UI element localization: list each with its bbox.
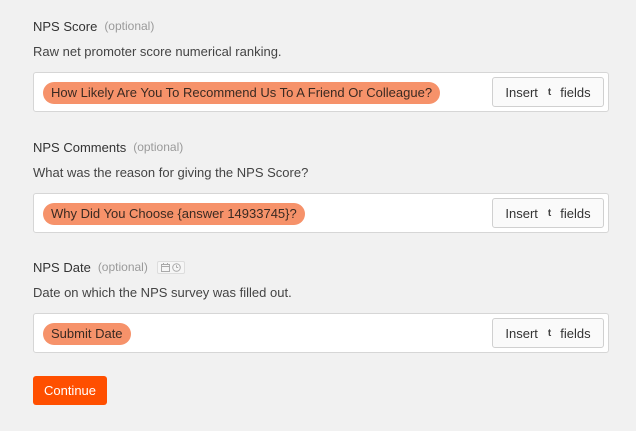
form-panel: NPS Score (optional) Raw net promoter sc… (0, 0, 636, 431)
fields-label: fields (560, 84, 591, 100)
field-label: NPS Comments (33, 139, 127, 155)
insert-fields-button[interactable]: Insert t fields (492, 318, 604, 348)
insert-label: Insert (505, 84, 538, 100)
clock-icon (172, 262, 181, 272)
mapped-field-pill[interactable]: Submit Date (43, 323, 131, 345)
insert-fields-button[interactable]: Insert t fields (492, 198, 604, 228)
field-label: NPS Score (33, 18, 98, 34)
field-description: Raw net promoter score numerical ranking… (33, 44, 282, 59)
app-logo-icon: t (547, 327, 552, 339)
insert-label: Insert (505, 325, 538, 341)
calendar-icon (160, 262, 170, 272)
field-nps-date: NPS Date (optional) Date on which the NP… (33, 258, 609, 353)
field-nps-comments: NPS Comments (optional) What was the rea… (33, 138, 609, 233)
insert-fields-button[interactable]: Insert t fields (492, 77, 604, 107)
app-logo-icon: t (547, 207, 552, 219)
field-label-row: NPS Date (optional) (33, 258, 609, 276)
continue-button[interactable]: Continue (33, 376, 107, 405)
nps-score-input[interactable]: How Likely Are You To Recommend Us To A … (33, 72, 609, 112)
fields-label: fields (560, 325, 591, 341)
field-description: Date on which the NPS survey was filled … (33, 285, 292, 300)
optional-tag: (optional) (104, 19, 155, 33)
optional-tag: (optional) (97, 260, 148, 274)
optional-tag: (optional) (133, 140, 184, 154)
insert-label: Insert (505, 205, 538, 221)
app-logo-icon: t (547, 86, 552, 98)
date-time-toggle[interactable] (156, 260, 185, 274)
field-label: NPS Date (33, 259, 91, 275)
field-label-row: NPS Comments (optional) (33, 138, 609, 156)
mapped-field-pill[interactable]: How Likely Are You To Recommend Us To A … (43, 82, 441, 104)
nps-date-input[interactable]: Submit Date Insert t fields (33, 313, 609, 353)
fields-label: fields (560, 205, 591, 221)
nps-comments-input[interactable]: Why Did You Choose {answer 14933745}? In… (33, 193, 609, 233)
field-description: What was the reason for giving the NPS S… (33, 165, 309, 180)
field-nps-score: NPS Score (optional) Raw net promoter sc… (33, 17, 609, 112)
mapped-field-pill[interactable]: Why Did You Choose {answer 14933745}? (43, 203, 305, 225)
field-label-row: NPS Score (optional) (33, 17, 609, 35)
